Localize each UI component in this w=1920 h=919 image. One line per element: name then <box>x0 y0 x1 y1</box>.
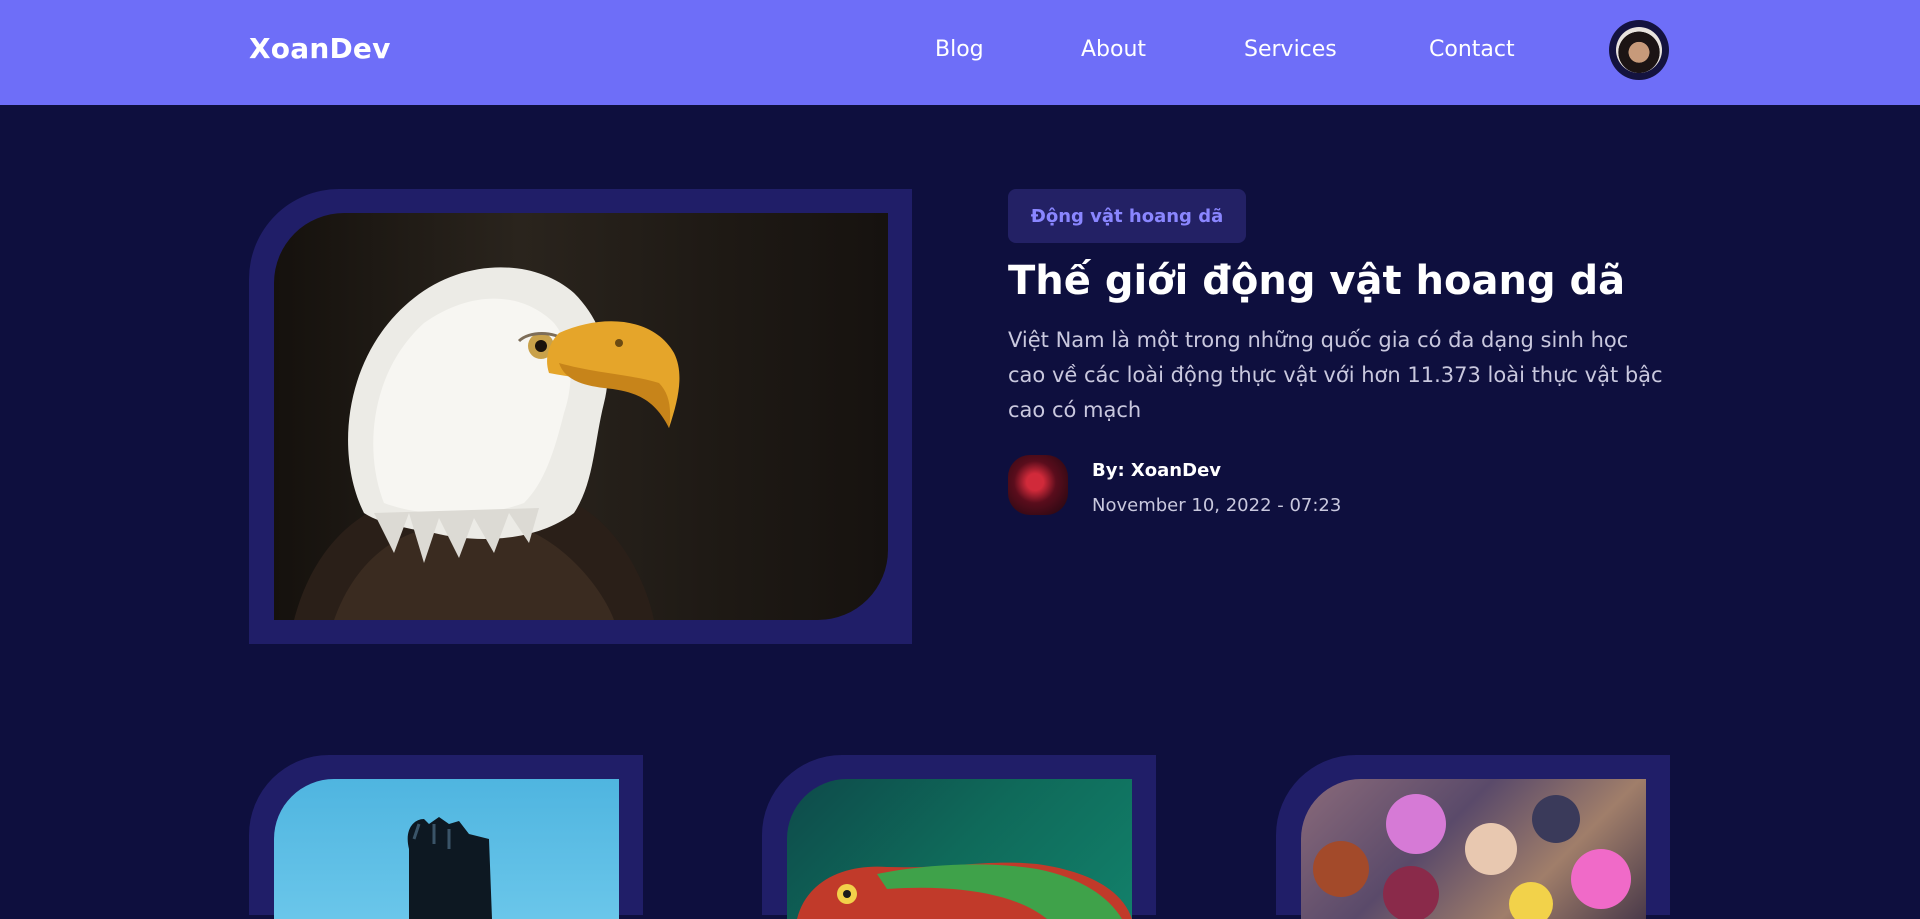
crowd-illustration <box>1313 794 1631 919</box>
article-excerpt: Việt Nam là một trong những quốc gia có … <box>1008 328 1663 422</box>
nav-link-blog[interactable]: Blog <box>935 37 984 62</box>
nav-link-contact[interactable]: Contact <box>1429 37 1515 62</box>
card-image-robot-hand[interactable] <box>274 779 619 919</box>
post-date: November 10, 2022 - 07:23 <box>1092 495 1342 516</box>
author-name[interactable]: By: XoanDev <box>1092 460 1221 481</box>
chameleon-illustration <box>797 862 1132 919</box>
site-logo[interactable]: XoanDev <box>249 32 391 65</box>
site-header: XoanDev Blog About Services Contact <box>0 0 1920 105</box>
robot-hand-illustration <box>407 817 492 919</box>
nav-link-services[interactable]: Services <box>1244 37 1337 62</box>
article-title[interactable]: Thế giới động vật hoang dã <box>1008 258 1625 304</box>
card-image-chameleon[interactable] <box>787 779 1132 919</box>
nav-link-about[interactable]: About <box>1081 37 1146 62</box>
user-avatar <box>1616 27 1662 73</box>
author-avatar <box>1008 455 1068 515</box>
card-image-crowd[interactable] <box>1301 779 1646 919</box>
category-tag[interactable]: Động vật hoang dã <box>1008 189 1246 243</box>
hero-image-eagle[interactable] <box>274 213 888 620</box>
user-avatar-button[interactable] <box>1609 20 1669 80</box>
eagle-illustration <box>294 267 680 620</box>
